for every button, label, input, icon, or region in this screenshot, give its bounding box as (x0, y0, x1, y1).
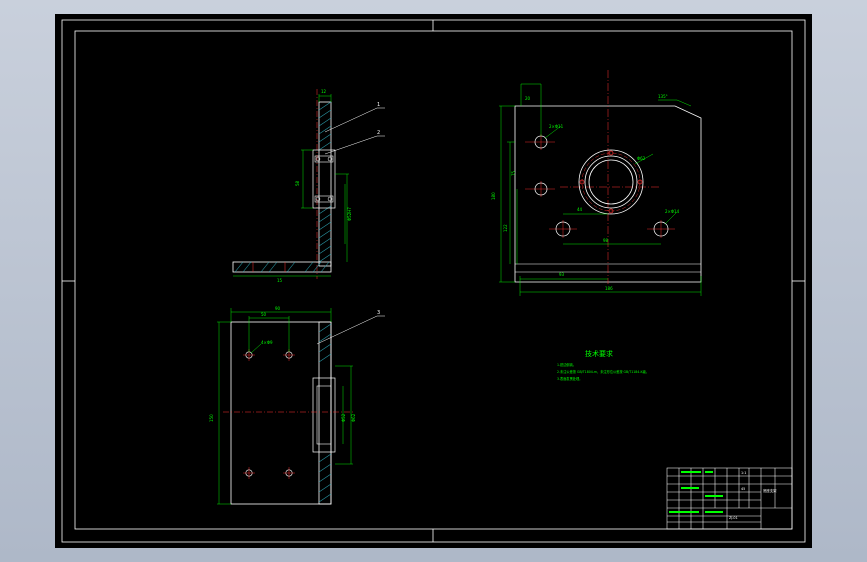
title-block-drawing-no: ZJ-01 (729, 516, 738, 520)
svg-text:150: 150 (209, 414, 214, 422)
notes-line-1: 1.锐边倒钝。 (557, 362, 576, 367)
svg-text:58: 58 (295, 180, 300, 186)
sheet-frame (61, 19, 806, 543)
svg-text:Φ62: Φ62 (351, 413, 356, 422)
centering-marks (62, 20, 805, 542)
callout-1: 1 (377, 102, 380, 108)
drawing-canvas: 12 58 Φ52H7 15 1 2 90 50 150 Φ62 Φ52 4×Φ… (61, 19, 806, 543)
drawing-sheet: 12 58 Φ52H7 15 1 2 90 50 150 Φ62 Φ52 4×Φ… (55, 14, 812, 548)
side-view: 12 58 Φ52H7 15 1 2 (232, 89, 385, 283)
svg-text:Φ62: Φ62 (637, 156, 646, 161)
callout-2: 2 (377, 130, 380, 136)
svg-text:75: 75 (511, 170, 516, 176)
svg-text:12: 12 (321, 89, 327, 94)
svg-text:Φ52: Φ52 (341, 413, 346, 422)
svg-text:93: 93 (559, 272, 565, 277)
cad-viewport[interactable]: 12 58 Φ52H7 15 1 2 90 50 150 Φ62 Φ52 4×Φ… (0, 0, 867, 562)
svg-text:2×Φ11: 2×Φ11 (549, 124, 564, 129)
svg-text:180: 180 (491, 192, 496, 200)
title-block-part-name: 底座支架 (763, 488, 777, 493)
front-view: 20 180 122 75 93 186 98 44 135° 2×Φ11 Φ6… (491, 70, 702, 296)
svg-text:20: 20 (525, 96, 531, 101)
svg-text:Φ52H7: Φ52H7 (347, 207, 352, 221)
svg-text:15: 15 (277, 278, 283, 283)
notes-title: 技术要求 (585, 349, 613, 358)
notes-line-2: 2.未注公差按 GB/T1804-m，未注形位公差按 GB/T1184-K级。 (557, 369, 649, 374)
notes-line-3: 3.表面发黑处理。 (557, 376, 582, 381)
title-block-material: 45 (741, 487, 745, 491)
svg-text:4×Φ9: 4×Φ9 (261, 340, 273, 345)
plan-view: 90 50 150 Φ62 Φ52 4×Φ9 3 (209, 306, 385, 505)
callout-3: 3 (377, 310, 380, 316)
technical-notes: 技术要求 1.锐边倒钝。 2.未注公差按 GB/T1804-m，未注形位公差按 … (557, 349, 649, 381)
svg-text:186: 186 (605, 286, 613, 291)
svg-text:44: 44 (577, 207, 583, 212)
svg-text:135°: 135° (658, 94, 668, 99)
svg-text:98: 98 (603, 238, 609, 243)
svg-text:90: 90 (275, 306, 281, 311)
title-block-scale: 1:1 (741, 471, 746, 475)
svg-text:2×Φ14: 2×Φ14 (665, 209, 680, 214)
svg-text:122: 122 (503, 224, 508, 232)
svg-text:50: 50 (261, 312, 267, 317)
